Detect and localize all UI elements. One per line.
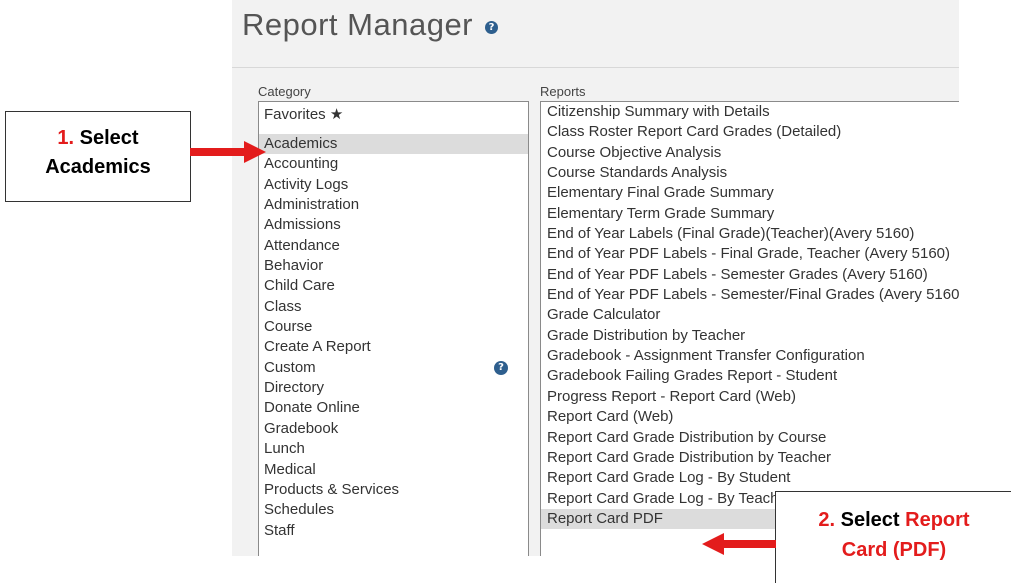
report-item-gradebook-failing-grades-report-student[interactable]: Gradebook Failing Grades Report - Studen…: [541, 366, 959, 386]
category-item-administration[interactable]: Administration: [259, 195, 528, 215]
category-item-admissions[interactable]: Admissions: [259, 215, 528, 235]
arrow-right-icon: [190, 141, 266, 163]
reports-label: Reports: [540, 84, 586, 99]
report-item-elementary-term-grade-summary[interactable]: Elementary Term Grade Summary: [541, 204, 959, 224]
report-item-end-of-year-labels-final-grade-teacher-avery-5160[interactable]: End of Year Labels (Final Grade)(Teacher…: [541, 224, 959, 244]
report-item-elementary-final-grade-summary[interactable]: Elementary Final Grade Summary: [541, 183, 959, 203]
callout-step-2-number: 2.: [818, 509, 836, 531]
report-item-gradebook-assignment-transfer-configuration[interactable]: Gradebook - Assignment Transfer Configur…: [541, 346, 959, 366]
report-item-grade-distribution-by-teacher[interactable]: Grade Distribution by Teacher: [541, 326, 959, 346]
category-item-create-a-report[interactable]: Create A Report: [259, 337, 528, 357]
category-item-medical[interactable]: Medical: [259, 460, 528, 480]
report-item-report-card-grade-log-by-student[interactable]: Report Card Grade Log - By Student: [541, 468, 959, 488]
divider: [232, 67, 959, 68]
arrow-left-icon: [702, 533, 776, 555]
report-manager-panel: Report Manager ? Category Favorites ★ Ac…: [232, 0, 959, 556]
category-item-staff[interactable]: Staff: [259, 521, 528, 541]
report-item-course-objective-analysis[interactable]: Course Objective Analysis: [541, 143, 959, 163]
callout-step-1-number: 1.: [57, 127, 75, 149]
category-item-behavior[interactable]: Behavior: [259, 256, 528, 276]
report-item-report-card-web[interactable]: Report Card (Web): [541, 407, 959, 427]
category-item-schedules[interactable]: Schedules: [259, 500, 528, 520]
category-item-custom[interactable]: Custom?: [259, 358, 528, 378]
category-list[interactable]: Favorites ★ Academics Accounting Activity …: [258, 101, 529, 556]
category-item-lunch[interactable]: Lunch: [259, 439, 528, 459]
callout-step-2-highlight: Report: [905, 509, 970, 531]
report-item-report-card-grade-distribution-by-course[interactable]: Report Card Grade Distribution by Course: [541, 428, 959, 448]
category-item-course[interactable]: Course: [259, 317, 528, 337]
category-item-activity-logs[interactable]: Activity Logs: [259, 175, 528, 195]
category-item-class[interactable]: Class: [259, 297, 528, 317]
report-item-course-standards-analysis[interactable]: Course Standards Analysis: [541, 163, 959, 183]
callout-step-1: 1. Select Academics: [5, 111, 191, 202]
report-item-grade-calculator[interactable]: Grade Calculator: [541, 305, 959, 325]
callout-step-2-target: Card (PDF): [841, 539, 947, 561]
category-item-attendance[interactable]: Attendance: [259, 236, 528, 256]
category-item-donate-online[interactable]: Donate Online: [259, 398, 528, 418]
callout-step-2: 2. Select Report Card (PDF): [775, 491, 1011, 583]
report-item-class-roster-report-card-grades-detailed[interactable]: Class Roster Report Card Grades (Detaile…: [541, 122, 959, 142]
category-item-accounting[interactable]: Accounting: [259, 154, 528, 174]
category-item-label: Custom: [264, 358, 316, 376]
category-item-gradebook[interactable]: Gradebook: [259, 419, 528, 439]
category-label: Category: [258, 84, 311, 99]
callout-step-2-text: Select: [840, 509, 900, 531]
report-item-progress-report-report-card-web[interactable]: Progress Report - Report Card (Web): [541, 387, 959, 407]
report-item-end-of-year-pdf-labels-semester-grades-avery-5160[interactable]: End of Year PDF Labels - Semester Grades…: [541, 265, 959, 285]
help-icon[interactable]: ?: [485, 21, 498, 34]
category-item-directory[interactable]: Directory: [259, 378, 528, 398]
report-item-report-card-grade-distribution-by-teacher[interactable]: Report Card Grade Distribution by Teache…: [541, 448, 959, 468]
category-item-products-services[interactable]: Products & Services: [259, 480, 528, 500]
report-item-citizenship-summary-with-details[interactable]: Citizenship Summary with Details: [541, 102, 959, 122]
report-item-end-of-year-pdf-labels-final-grade-teacher-avery-5160[interactable]: End of Year PDF Labels - Final Grade, Te…: [541, 244, 959, 264]
callout-step-1-target: Academics: [45, 156, 151, 178]
reports-list[interactable]: Citizenship Summary with Details Class Ro…: [540, 101, 959, 556]
category-item-favorites[interactable]: Favorites ★: [259, 102, 528, 134]
page-title: Report Manager: [242, 7, 474, 42]
category-item-child-care[interactable]: Child Care: [259, 276, 528, 296]
category-item-academics[interactable]: Academics: [259, 134, 528, 155]
callout-step-1-text: Select: [79, 127, 139, 149]
custom-help-icon[interactable]: ?: [494, 360, 508, 375]
report-item-end-of-year-pdf-labels-semester-final-grades-avery-5160[interactable]: End of Year PDF Labels - Semester/Final …: [541, 285, 959, 305]
